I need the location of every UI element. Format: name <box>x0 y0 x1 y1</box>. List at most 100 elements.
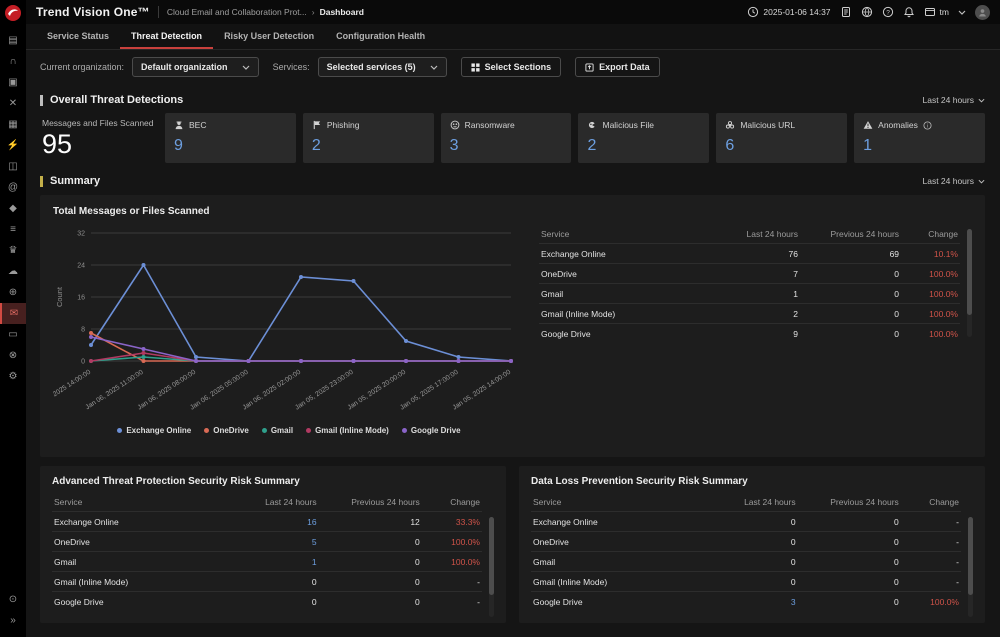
phishing-card[interactable]: Phishing 2 <box>303 113 434 163</box>
notifications-bell-icon[interactable] <box>903 6 915 18</box>
chevron-down-icon[interactable] <box>958 10 966 15</box>
table-row[interactable]: Gmail10100.0% <box>52 552 482 572</box>
last24-cell[interactable]: 16 <box>224 512 319 532</box>
change-cell: 10.1% <box>901 244 960 264</box>
bec-card[interactable]: BEC 9 <box>165 113 296 163</box>
case-icon: ⊙ <box>9 594 17 605</box>
table-row[interactable]: OneDrive50100.0% <box>52 532 482 552</box>
sidebar-item-attack-surface[interactable]: ∩ <box>0 51 26 72</box>
sidebar-item-case-management[interactable]: ⊙ <box>0 589 26 610</box>
change-cell: 100.0% <box>422 532 482 552</box>
anomalies-card[interactable]: Anomalies i 1 <box>854 113 985 163</box>
malicious-url-count[interactable]: 6 <box>725 138 838 154</box>
ransomware-count[interactable]: 3 <box>450 138 563 154</box>
malicious-url-card[interactable]: Malicious URL 6 <box>716 113 847 163</box>
sidebar-item-service-gateway[interactable]: ⊕ <box>0 282 26 303</box>
overall-time-range-dropdown[interactable]: Last 24 hours <box>922 95 985 105</box>
last24-cell: 2 <box>707 304 800 324</box>
last24-cell[interactable]: 3 <box>703 592 798 612</box>
atp-panel-title: Advanced Threat Protection Security Risk… <box>52 476 494 487</box>
tab-risky-user-detection[interactable]: Risky User Detection <box>213 24 325 49</box>
table-row[interactable]: Google Drive30100.0% <box>531 592 961 612</box>
ransomware-card[interactable]: Ransomware 3 <box>441 113 572 163</box>
ransomware-label: Ransomware <box>465 120 515 130</box>
book-icon: ▦ <box>8 119 17 130</box>
sidebar-item-network-security[interactable]: ⊗ <box>0 345 26 366</box>
malicious-file-count[interactable]: 2 <box>587 138 700 154</box>
briefcase-icon: ◫ <box>8 161 17 172</box>
export-data-button[interactable]: Export Data <box>575 57 660 77</box>
table-row[interactable]: Exchange Online00- <box>531 512 961 532</box>
release-notes-icon[interactable] <box>840 6 852 18</box>
line-chart[interactable]: 08162432CountJan 06, 2025 14:00:00Jan 06… <box>53 223 525 421</box>
tab-threat-detection[interactable]: Threat Detection <box>120 24 213 49</box>
sidebar-item-administration[interactable]: ⚙ <box>0 366 26 387</box>
globe-icon[interactable] <box>861 6 873 18</box>
breadcrumb-parent[interactable]: Cloud Email and Collaboration Prot... <box>167 7 307 17</box>
bec-count[interactable]: 9 <box>174 138 287 154</box>
table-row[interactable]: Google Drive90100.0% <box>539 324 960 344</box>
sidebar-item-xdr[interactable]: ✕ <box>0 93 26 114</box>
sidebar-item-management[interactable]: ♛ <box>0 240 26 261</box>
table-row[interactable]: Gmail10100.0% <box>539 284 960 304</box>
phishing-count[interactable]: 2 <box>312 138 425 154</box>
legend-item[interactable]: Gmail (Inline Mode) <box>306 426 389 435</box>
sidebar-item-email-collaboration-security[interactable]: ✉ <box>0 303 26 324</box>
col-prev24: Previous 24 hours <box>800 225 901 244</box>
select-sections-button[interactable]: Select Sections <box>461 57 562 77</box>
malicious-file-card[interactable]: Malicious File 2 <box>578 113 709 163</box>
legend-item[interactable]: Gmail <box>262 426 293 435</box>
sidebar-item-identity-security[interactable]: ◆ <box>0 198 26 219</box>
table-row[interactable]: Google Drive00- <box>52 592 482 612</box>
dlp-table-scrollbar[interactable] <box>968 517 973 617</box>
table-row[interactable]: OneDrive00- <box>531 532 961 552</box>
help-icon[interactable]: ? <box>882 6 894 18</box>
scrollbar-thumb[interactable] <box>967 229 972 315</box>
sidebar-item-endpoint-security[interactable]: ▭ <box>0 324 26 345</box>
sidebar-item-snapshot[interactable]: ▣ <box>0 72 26 93</box>
table-row[interactable]: Exchange Online766910.1% <box>539 244 960 264</box>
organization-dropdown[interactable]: Default organization <box>132 57 259 77</box>
summary-table-scrollbar[interactable] <box>967 229 972 337</box>
table-row[interactable]: OneDrive70100.0% <box>539 264 960 284</box>
sidebar-item-automation[interactable]: ⚡ <box>0 135 26 156</box>
user-avatar[interactable] <box>975 5 990 20</box>
export-icon <box>585 63 594 72</box>
atp-table-scrollbar[interactable] <box>489 517 494 617</box>
table-row[interactable]: Gmail (Inline Mode)00- <box>52 572 482 592</box>
service-cell: Google Drive <box>52 592 224 612</box>
change-cell: 100.0% <box>901 592 961 612</box>
last24-cell[interactable]: 1 <box>224 552 319 572</box>
sidebar-item-expand-sidebar[interactable]: » <box>0 610 26 631</box>
table-row[interactable]: Exchange Online161233.3% <box>52 512 482 532</box>
legend-item[interactable]: Exchange Online <box>117 426 191 435</box>
table-row[interactable]: Gmail (Inline Mode)20100.0% <box>539 304 960 324</box>
sidebar-item-search[interactable]: @ <box>0 177 26 198</box>
console-switcher[interactable]: tm <box>924 6 949 18</box>
tab-configuration-health[interactable]: Configuration Health <box>325 24 436 49</box>
sidebar-item-dashboards[interactable]: ▤ <box>0 30 26 51</box>
breadcrumb-current: Dashboard <box>320 7 364 17</box>
legend-item[interactable]: Google Drive <box>402 426 461 435</box>
tab-service-status[interactable]: Service Status <box>36 24 120 49</box>
info-icon[interactable]: i <box>923 121 932 130</box>
sidebar-item-assets[interactable]: ◫ <box>0 156 26 177</box>
services-dropdown[interactable]: Selected services (5) <box>318 57 447 77</box>
change-cell: - <box>901 572 961 592</box>
last24-cell[interactable]: 5 <box>224 532 319 552</box>
scrollbar-thumb[interactable] <box>968 517 973 595</box>
scrollbar-thumb[interactable] <box>489 517 494 595</box>
table-row[interactable]: Gmail (Inline Mode)00- <box>531 572 961 592</box>
summary-time-range-dropdown[interactable]: Last 24 hours <box>922 176 985 186</box>
time-range-value: Last 24 hours <box>922 176 974 186</box>
sidebar-item-cloud-security[interactable]: ☁ <box>0 261 26 282</box>
svg-text:32: 32 <box>77 231 85 238</box>
anomalies-count[interactable]: 1 <box>863 138 976 154</box>
dlp-risk-panel: Data Loss Prevention Security Risk Summa… <box>519 466 985 623</box>
trend-micro-logo[interactable] <box>4 4 22 22</box>
legend-item[interactable]: OneDrive <box>204 426 249 435</box>
sidebar-item-playbooks[interactable]: ▦ <box>0 114 26 135</box>
sidebar-item-threat-intel[interactable]: ≡ <box>0 219 26 240</box>
table-row[interactable]: Gmail00- <box>531 552 961 572</box>
table-header-row: Service Last 24 hours Previous 24 hours … <box>539 225 960 244</box>
